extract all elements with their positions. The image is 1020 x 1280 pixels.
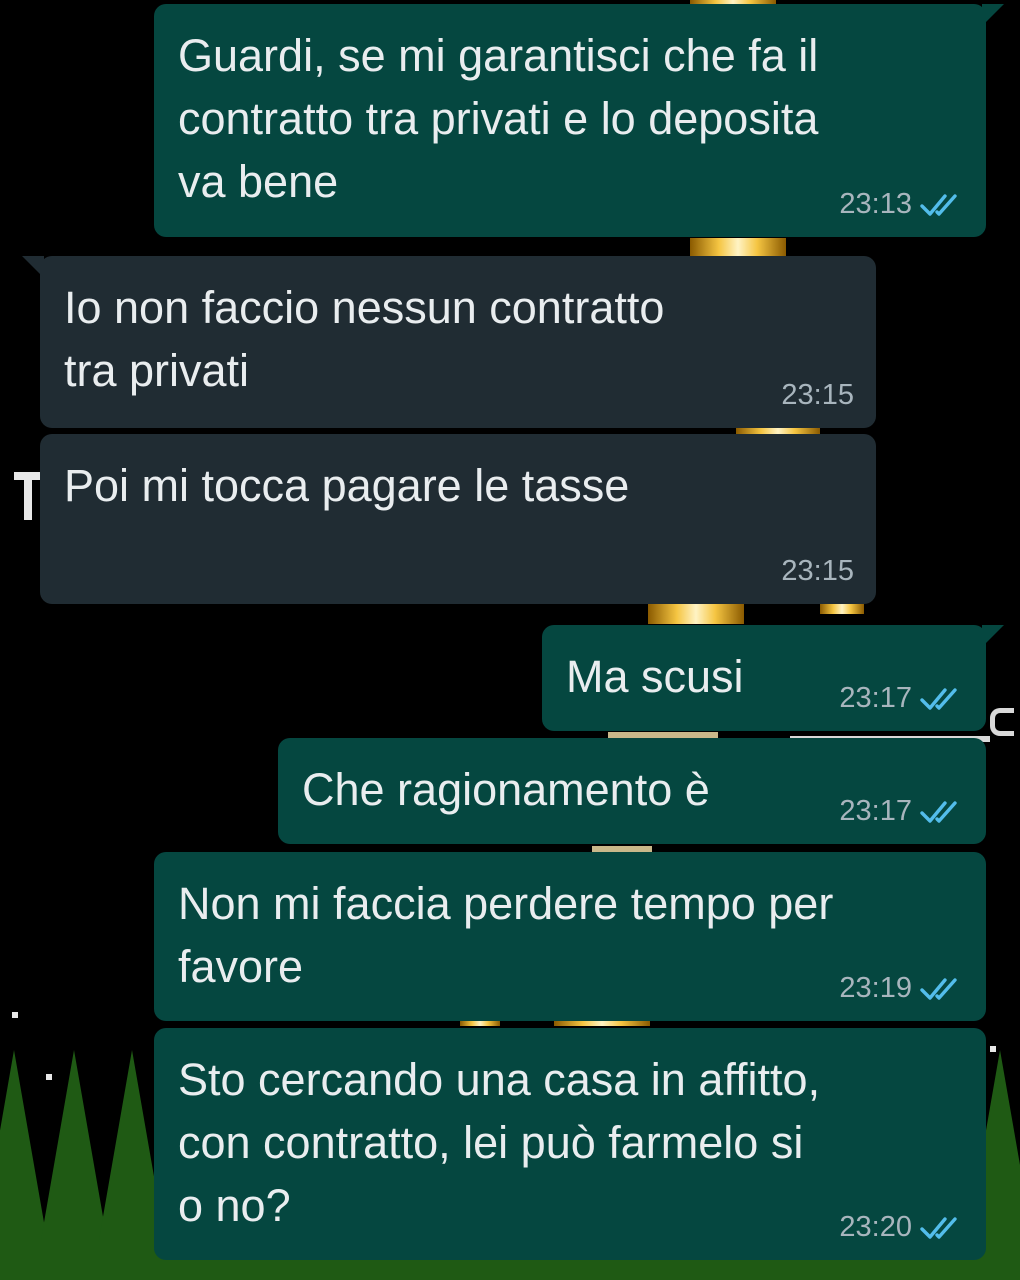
double-check-icon: [920, 687, 957, 710]
message-bubble[interactable]: Poi mi tocca pagare le tasse 23:15: [40, 434, 876, 604]
message-meta: 23:20: [839, 1211, 964, 1244]
message-time: 23:17: [839, 682, 912, 714]
message-text: Sto cercando una casa in affitto, con co…: [178, 1054, 821, 1231]
message-meta: 23:19: [839, 972, 964, 1005]
message-meta: 23:15: [781, 555, 854, 588]
message-text: Guardi, se mi garantisci che fa il contr…: [178, 30, 819, 207]
message-time: 23:19: [839, 972, 912, 1004]
message-meta: 23:13: [839, 188, 964, 221]
message-text: Io non faccio nessun contratto tra priva…: [64, 282, 665, 396]
double-check-icon: [920, 977, 957, 1000]
message-text: Non mi faccia perdere tempo per favore: [178, 878, 834, 992]
message-time: 23:13: [839, 188, 912, 220]
message-text: Poi mi tocca pagare le tasse: [64, 460, 630, 511]
message-bubble[interactable]: Ma scusi 23:17: [542, 625, 1004, 731]
message-bubble[interactable]: Non mi faccia perdere tempo per favore 2…: [154, 852, 986, 1021]
message-bubble[interactable]: Io non faccio nessun contratto tra priva…: [22, 256, 876, 428]
double-check-icon: [920, 1216, 957, 1239]
message-text: Ma scusi: [566, 651, 744, 702]
message-time: 23:15: [781, 555, 854, 587]
message-meta: 23:17: [839, 682, 964, 715]
message-bubble[interactable]: Che ragionamento è 23:17: [278, 738, 986, 844]
message-time: 23:17: [839, 795, 912, 827]
message-bubble[interactable]: Sto cercando una casa in affitto, con co…: [154, 1028, 986, 1260]
message-time: 23:15: [781, 379, 854, 411]
message-bubble[interactable]: Guardi, se mi garantisci che fa il contr…: [154, 4, 1004, 237]
message-meta: 23:17: [839, 795, 964, 828]
message-text: Che ragionamento è: [302, 764, 710, 815]
message-time: 23:20: [839, 1211, 912, 1243]
message-meta: 23:15: [781, 379, 854, 412]
double-check-icon: [920, 193, 957, 216]
double-check-icon: [920, 800, 957, 823]
